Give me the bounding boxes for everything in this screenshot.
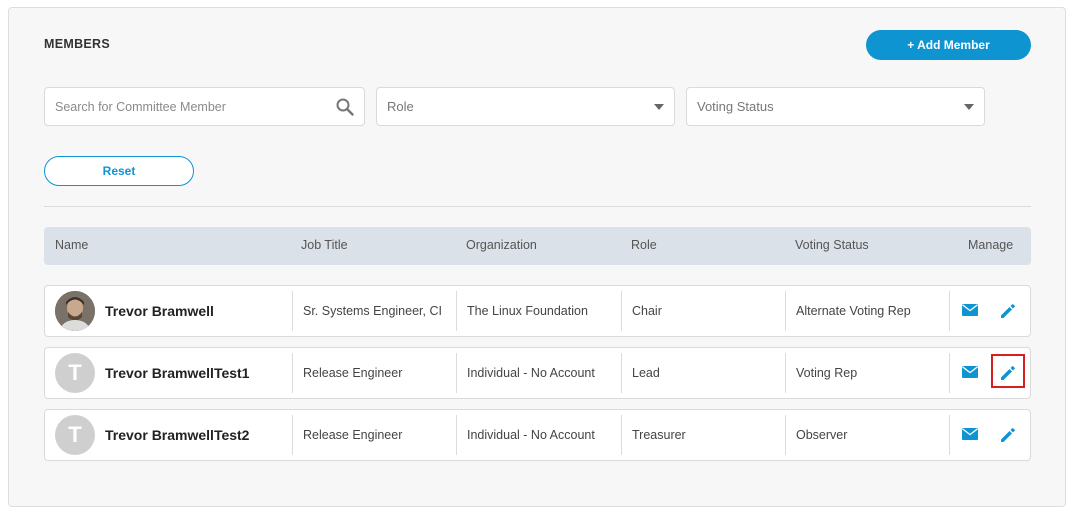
caret-down-icon [654,103,664,110]
manage-cell [949,291,1031,331]
add-member-button[interactable]: + Add Member [866,30,1031,60]
envelope-icon[interactable] [962,366,978,378]
table-row: T Trevor BramwellTest2 Release Engineer … [44,409,1031,461]
job-title-cell: Release Engineer [292,353,456,393]
member-name: Trevor Bramwell [105,303,214,319]
avatar: T [55,415,95,455]
page-title: MEMBERS [44,37,110,51]
search-input[interactable]: Search for Committee Member [44,87,365,126]
table-row: T Trevor BramwellTest1 Release Engineer … [44,347,1031,399]
column-header-job-title: Job Title [301,238,348,252]
avatar: T [55,353,95,393]
members-panel: MEMBERS + Add Member Search for Committe… [8,7,1066,507]
column-header-voting-status: Voting Status [795,238,869,252]
organization-cell: The Linux Foundation [456,291,621,331]
search-icon[interactable] [336,98,354,116]
pencil-icon[interactable] [998,363,1018,383]
voting-status-select-label: Voting Status [697,99,774,114]
role-cell: Chair [621,291,785,331]
job-title-cell: Sr. Systems Engineer, CI [292,291,456,331]
caret-down-icon [964,103,974,110]
organization-cell: Individual - No Account [456,415,621,455]
table-header: Name Job Title Organization Role Voting … [44,227,1031,265]
role-cell: Lead [621,353,785,393]
role-select[interactable]: Role [376,87,675,126]
voting-status-select[interactable]: Voting Status [686,87,985,126]
pencil-icon[interactable] [998,425,1018,445]
column-header-organization: Organization [466,238,537,252]
avatar [55,291,95,331]
pencil-icon[interactable] [998,301,1018,321]
member-name: Trevor BramwellTest2 [105,427,250,443]
manage-cell [949,353,1031,393]
job-title-cell: Release Engineer [292,415,456,455]
organization-cell: Individual - No Account [456,353,621,393]
voting-status-cell: Alternate Voting Rep [785,291,949,331]
search-placeholder: Search for Committee Member [55,99,226,114]
member-name: Trevor BramwellTest1 [105,365,250,381]
manage-cell [949,415,1031,455]
voting-status-cell: Observer [785,415,949,455]
voting-status-cell: Voting Rep [785,353,949,393]
role-select-label: Role [387,99,414,114]
table-row: Trevor Bramwell Sr. Systems Engineer, CI… [44,285,1031,337]
role-cell: Treasurer [621,415,785,455]
column-header-name: Name [55,238,89,252]
envelope-icon[interactable] [962,304,978,316]
column-header-manage: Manage [968,238,1014,252]
column-header-role: Role [631,238,657,252]
divider [44,206,1031,207]
reset-button[interactable]: Reset [44,156,194,186]
envelope-icon[interactable] [962,428,978,440]
